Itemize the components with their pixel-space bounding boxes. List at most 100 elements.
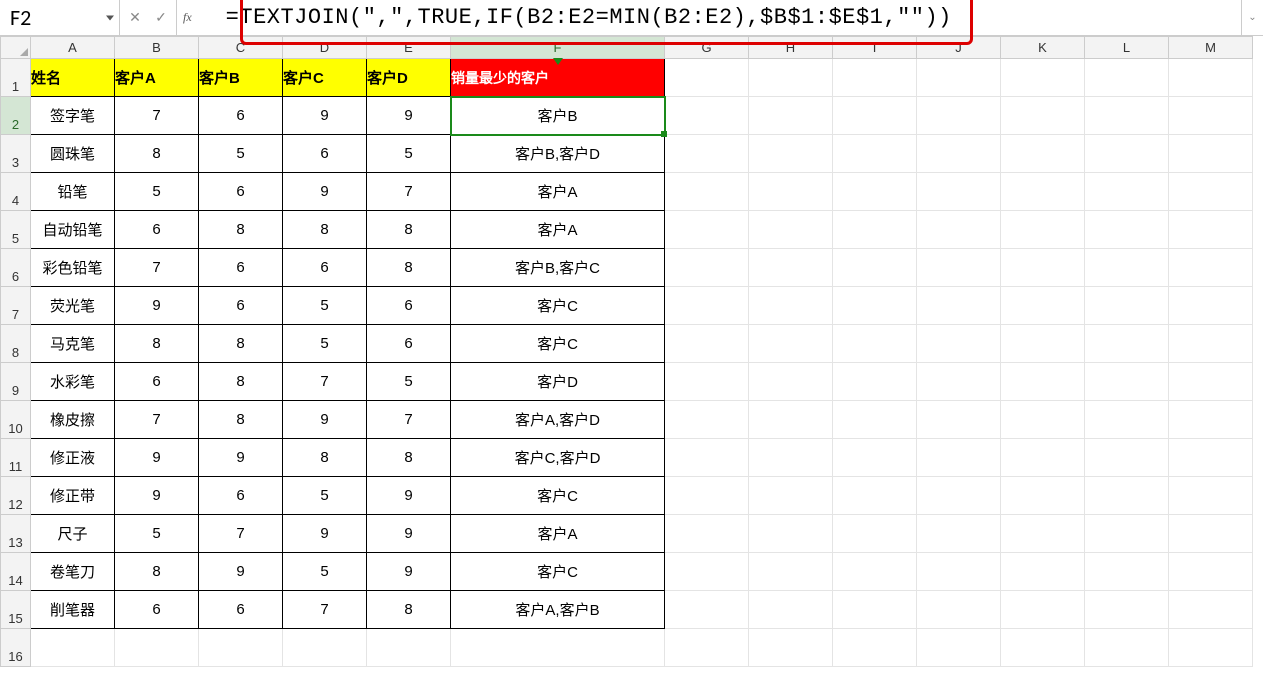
empty-cell[interactable] — [665, 97, 749, 135]
data-cell[interactable]: 客户A — [451, 211, 665, 249]
empty-cell[interactable] — [1169, 287, 1253, 325]
data-cell[interactable]: 7 — [115, 401, 199, 439]
empty-cell[interactable] — [1001, 515, 1085, 553]
empty-cell[interactable] — [749, 325, 833, 363]
empty-cell[interactable] — [1169, 97, 1253, 135]
data-cell[interactable]: 7 — [283, 591, 367, 629]
column-header-selected[interactable]: F — [451, 37, 665, 59]
data-cell[interactable]: 客户D — [451, 363, 665, 401]
row-header[interactable]: 6 — [1, 249, 31, 287]
empty-cell[interactable] — [749, 287, 833, 325]
data-cell[interactable]: 5 — [115, 515, 199, 553]
column-header[interactable]: H — [749, 37, 833, 59]
empty-cell[interactable] — [749, 477, 833, 515]
empty-cell[interactable] — [917, 325, 1001, 363]
name-box-dropdown-icon[interactable] — [106, 15, 114, 20]
data-cell[interactable]: 6 — [283, 249, 367, 287]
data-cell[interactable]: 客户B,客户D — [451, 135, 665, 173]
formula-input[interactable]: =TEXTJOIN(",",TRUE,IF(B2:E2=MIN(B2:E2),$… — [198, 0, 1241, 35]
data-cell[interactable]: 签字笔 — [31, 97, 115, 135]
confirm-formula-button[interactable]: ✓ — [152, 9, 170, 26]
empty-cell[interactable] — [1169, 629, 1253, 667]
empty-cell[interactable] — [1001, 59, 1085, 97]
selected-cell[interactable]: 客户B — [451, 97, 665, 135]
data-cell[interactable]: 彩色铅笔 — [31, 249, 115, 287]
empty-cell[interactable] — [665, 249, 749, 287]
data-cell[interactable]: 9 — [367, 553, 451, 591]
data-cell[interactable]: 9 — [115, 439, 199, 477]
data-cell[interactable]: 修正带 — [31, 477, 115, 515]
data-cell[interactable]: 客户C,客户D — [451, 439, 665, 477]
empty-cell[interactable] — [1169, 515, 1253, 553]
empty-cell[interactable] — [917, 553, 1001, 591]
data-cell[interactable]: 5 — [283, 477, 367, 515]
data-cell[interactable]: 自动铅笔 — [31, 211, 115, 249]
row-header[interactable]: 14 — [1, 553, 31, 591]
data-cell[interactable]: 8 — [367, 211, 451, 249]
empty-cell[interactable] — [1085, 325, 1169, 363]
data-cell[interactable]: 9 — [199, 553, 283, 591]
column-header[interactable]: I — [833, 37, 917, 59]
empty-cell[interactable] — [1085, 553, 1169, 591]
empty-cell[interactable] — [1001, 591, 1085, 629]
row-header[interactable]: 12 — [1, 477, 31, 515]
empty-cell[interactable] — [1169, 363, 1253, 401]
data-cell[interactable]: 6 — [199, 591, 283, 629]
column-header[interactable]: G — [665, 37, 749, 59]
empty-cell[interactable] — [1001, 173, 1085, 211]
empty-cell[interactable] — [1169, 59, 1253, 97]
row-header[interactable]: 10 — [1, 401, 31, 439]
empty-cell[interactable] — [1085, 249, 1169, 287]
empty-cell[interactable] — [1085, 477, 1169, 515]
row-header[interactable]: 4 — [1, 173, 31, 211]
data-cell[interactable]: 客户C — [451, 287, 665, 325]
data-cell[interactable]: 7 — [199, 515, 283, 553]
empty-cell[interactable] — [833, 363, 917, 401]
empty-cell[interactable] — [749, 59, 833, 97]
row-header[interactable]: 7 — [1, 287, 31, 325]
empty-cell[interactable] — [749, 439, 833, 477]
data-cell[interactable]: 6 — [199, 97, 283, 135]
empty-cell[interactable] — [665, 477, 749, 515]
empty-cell[interactable] — [1085, 363, 1169, 401]
empty-cell[interactable] — [1169, 325, 1253, 363]
empty-cell[interactable] — [665, 363, 749, 401]
data-cell[interactable]: 6 — [199, 173, 283, 211]
row-header[interactable]: 11 — [1, 439, 31, 477]
data-cell[interactable]: 8 — [199, 325, 283, 363]
data-cell[interactable]: 9 — [283, 173, 367, 211]
data-cell[interactable]: 5 — [283, 287, 367, 325]
row-header-selected[interactable]: 2 — [1, 97, 31, 135]
row-header[interactable]: 8 — [1, 325, 31, 363]
empty-cell[interactable] — [1169, 477, 1253, 515]
empty-cell[interactable] — [917, 173, 1001, 211]
empty-cell[interactable] — [917, 629, 1001, 667]
empty-cell[interactable] — [749, 401, 833, 439]
column-header[interactable]: A — [31, 37, 115, 59]
expand-formula-bar-button[interactable]: ⌄ — [1241, 0, 1263, 35]
cancel-formula-button[interactable]: ✕ — [126, 9, 144, 26]
empty-cell[interactable] — [1169, 249, 1253, 287]
empty-cell[interactable] — [1169, 135, 1253, 173]
empty-cell[interactable] — [665, 401, 749, 439]
empty-cell[interactable] — [833, 97, 917, 135]
data-cell[interactable]: 客户C — [451, 325, 665, 363]
data-cell[interactable]: 7 — [367, 173, 451, 211]
empty-cell[interactable] — [749, 135, 833, 173]
fx-label[interactable]: fx — [177, 0, 198, 35]
column-header[interactable]: D — [283, 37, 367, 59]
empty-cell[interactable] — [1085, 97, 1169, 135]
data-cell[interactable]: 8 — [199, 363, 283, 401]
row-header[interactable]: 5 — [1, 211, 31, 249]
empty-cell[interactable] — [1169, 439, 1253, 477]
select-all-corner[interactable] — [1, 37, 31, 59]
column-header[interactable]: K — [1001, 37, 1085, 59]
data-cell[interactable]: 修正液 — [31, 439, 115, 477]
empty-cell[interactable] — [1085, 401, 1169, 439]
empty-cell[interactable] — [115, 629, 199, 667]
data-cell[interactable]: 8 — [115, 135, 199, 173]
empty-cell[interactable] — [1085, 59, 1169, 97]
header-cell[interactable]: 客户C — [283, 59, 367, 97]
empty-cell[interactable] — [917, 477, 1001, 515]
data-cell[interactable]: 8 — [115, 325, 199, 363]
